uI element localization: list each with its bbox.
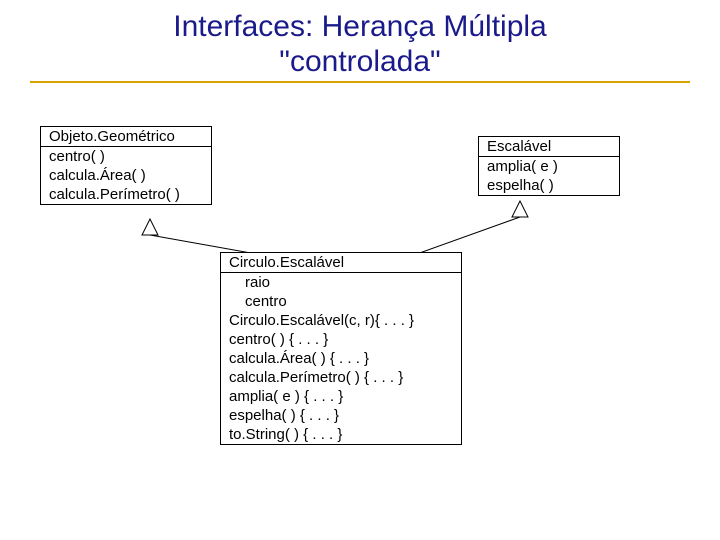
class-name: Circulo.Escalável bbox=[221, 253, 461, 272]
title-line-1: Interfaces: Herança Múltipla bbox=[0, 10, 720, 45]
class-method: calcula.Perímetro( ) { . . . } bbox=[221, 368, 461, 387]
class-method: centro( ) { . . . } bbox=[221, 330, 461, 349]
class-attr: raio bbox=[221, 273, 461, 292]
class-box-circulo-escalavel: Circulo.Escalável raio centro Circulo.Es… bbox=[220, 252, 462, 445]
class-box-objeto-geometrico: Objeto.Geométrico centro( ) calcula.Área… bbox=[40, 126, 212, 205]
class-method: to.String( ) { . . . } bbox=[221, 425, 461, 444]
class-method: Circulo.Escalável(c, r){ . . . } bbox=[221, 311, 461, 330]
class-method: amplia( e ) bbox=[479, 157, 619, 176]
class-method: calcula.Área( ) { . . . } bbox=[221, 349, 461, 368]
title-line-2: "controlada" bbox=[0, 45, 720, 80]
class-box-escalavel: Escalável amplia( e ) espelha( ) bbox=[478, 136, 620, 196]
class-name: Objeto.Geométrico bbox=[41, 127, 211, 146]
class-method: espelha( ) { . . . } bbox=[221, 406, 461, 425]
class-name: Escalável bbox=[479, 137, 619, 156]
title-underline bbox=[30, 81, 690, 83]
class-method: centro( ) bbox=[41, 147, 211, 166]
class-method: calcula.Área( ) bbox=[41, 166, 211, 185]
class-method: amplia( e ) { . . . } bbox=[221, 387, 461, 406]
class-attr: centro bbox=[221, 292, 461, 311]
slide-title: Interfaces: Herança Múltipla "controlada… bbox=[0, 0, 720, 83]
class-method: espelha( ) bbox=[479, 176, 619, 195]
class-method: calcula.Perímetro( ) bbox=[41, 185, 211, 204]
